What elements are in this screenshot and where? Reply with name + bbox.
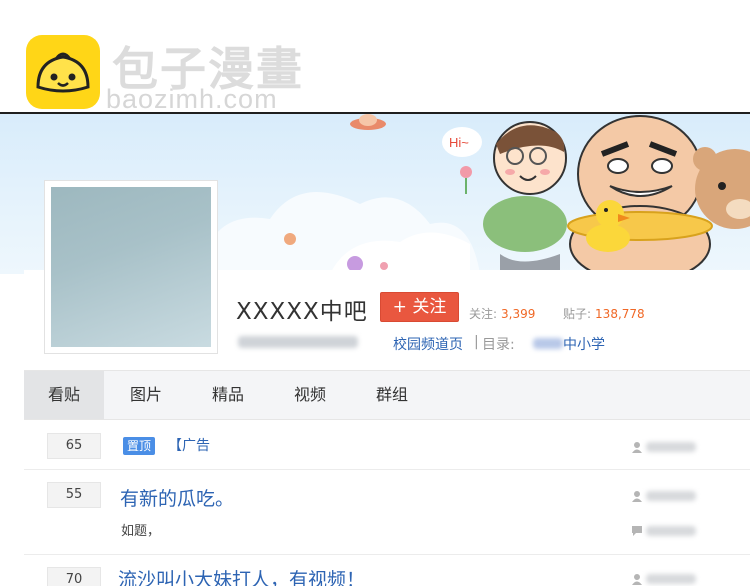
category-separator: | [474,334,479,350]
tab-videos[interactable]: 视频 [270,371,350,419]
forum-name: XXXXX中吧 [236,299,368,325]
bun-logo-icon [26,35,100,109]
category-label: 目录: [482,337,515,353]
thread-title[interactable]: 流沙叫小大妹打人，有视频！ [118,565,365,586]
posts-count: 138,778 [595,307,645,321]
thread-title[interactable]: 【广告 [168,435,210,455]
category-prefix-blurred [533,338,563,349]
pinned-tag: 置顶 [123,437,156,455]
tab-featured[interactable]: 精品 [188,371,268,419]
reply-count: 65 [47,433,101,459]
reply-count: 70 [47,567,101,586]
followers-stat: 关注: 3,399 [469,305,535,322]
thread-row[interactable]: 65 置顶 【广告 [24,421,750,469]
thread-abstract: 如题， [121,524,161,539]
tab-bar: 看贴 图片 精品 视频 群组 [24,370,750,420]
user-icon [632,442,642,453]
follow-button[interactable]: + 关注 [380,292,459,322]
followers-count: 3,399 [501,307,536,321]
speech-text: Hi~ [449,135,469,150]
avatar-image [51,187,211,347]
author-blurred [646,491,696,501]
thread-row[interactable]: 70 流沙叫小大妹打人，有视频！ [24,555,750,586]
posts-label: 贴子: [563,307,592,321]
reply-count: 55 [47,482,101,508]
forum-avatar [44,180,218,354]
author-blurred [646,442,696,452]
watermark-url: baozimh.com [106,84,278,114]
forum-slogan-blurred [238,336,358,348]
author-blurred [646,574,696,584]
last-replier-blurred [646,526,696,536]
tab-groups[interactable]: 群组 [352,371,432,419]
comment-icon [632,526,642,536]
thread-title[interactable]: 有新的瓜吃。 [120,484,234,511]
user-icon [632,574,642,585]
thread-row[interactable]: 55 有新的瓜吃。 如题， [24,470,750,554]
tab-images[interactable]: 图片 [106,371,186,419]
watermark-header: 包子漫畫 baozimh.com [0,0,750,114]
followers-label: 关注: [469,307,498,321]
user-icon [632,491,642,502]
tab-posts[interactable]: 看贴 [24,371,104,419]
category-link[interactable]: 校园频道页 [393,334,463,354]
posts-stat: 贴子: 138,778 [563,305,645,322]
category-value-link[interactable]: 中小学 [563,334,605,354]
